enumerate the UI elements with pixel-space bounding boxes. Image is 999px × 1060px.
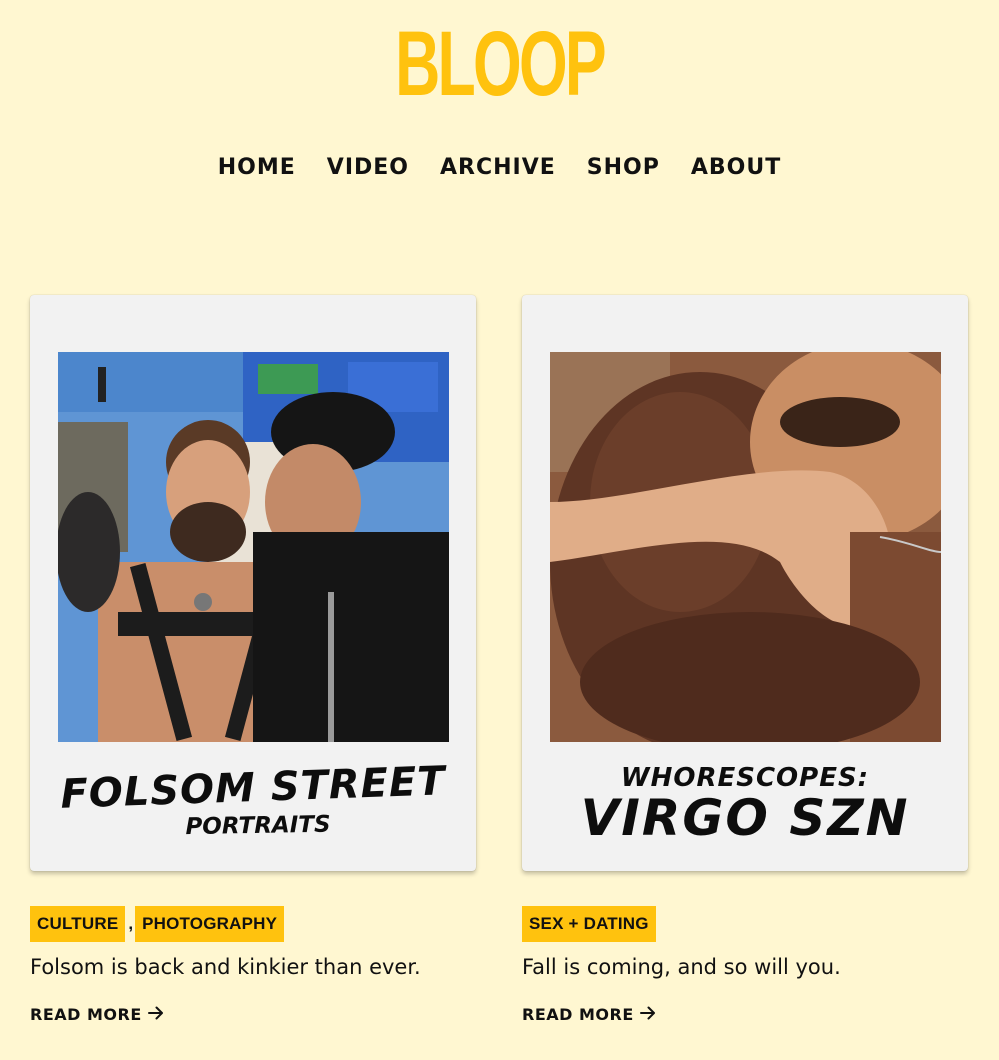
nav-shop[interactable]: SHOP — [587, 155, 660, 180]
tag-sex-dating[interactable]: SEX + DATING — [522, 906, 656, 942]
nav-home[interactable]: HOME — [218, 155, 296, 180]
read-more-link[interactable]: READ MORE — [522, 1005, 656, 1024]
polaroid-frame[interactable]: FOLSOM STREET PORTRAITS — [30, 295, 476, 871]
photo-illustration — [58, 352, 449, 742]
page: BLOOP HOME VIDEO ARCHIVE SHOP ABOUT FOLS… — [0, 0, 999, 1060]
nav-archive[interactable]: ARCHIVE — [440, 155, 556, 180]
tag-culture[interactable]: CULTURE — [30, 906, 126, 942]
read-more-link[interactable]: READ MORE — [30, 1005, 164, 1024]
nav-about[interactable]: ABOUT — [691, 155, 781, 180]
nav-video[interactable]: VIDEO — [327, 155, 409, 180]
polaroid-frame[interactable]: WHORESCOPES: VIRGO SZN — [522, 295, 968, 871]
post-excerpt: Fall is coming, and so will you. — [522, 955, 841, 979]
tag-photography[interactable]: PHOTOGRAPHY — [135, 906, 285, 942]
read-more-label: READ MORE — [522, 1005, 634, 1024]
photo-illustration — [550, 352, 941, 742]
arrow-right-icon — [147, 1005, 164, 1024]
photo-caption-subtitle: VIRGO SZN — [580, 789, 910, 847]
site-logo[interactable]: BLOOP — [160, 14, 839, 114]
read-more-label: READ MORE — [30, 1005, 142, 1024]
post-photo[interactable] — [550, 352, 941, 742]
main-nav: HOME VIDEO ARCHIVE SHOP ABOUT — [0, 155, 999, 180]
post-excerpt: Folsom is back and kinkier than ever. — [30, 955, 421, 979]
arrow-right-icon — [639, 1005, 656, 1024]
post-tags: CULTURE , PHOTOGRAPHY — [30, 906, 285, 942]
tag-separator: , — [128, 914, 134, 933]
post-tags: SEX + DATING — [522, 906, 656, 942]
post-card-folsom: FOLSOM STREET PORTRAITS CULTURE , PHOTOG… — [30, 295, 476, 1024]
post-photo[interactable] — [58, 352, 449, 742]
post-card-virgo: WHORESCOPES: VIRGO SZN SEX + DATING Fall… — [522, 295, 968, 1024]
